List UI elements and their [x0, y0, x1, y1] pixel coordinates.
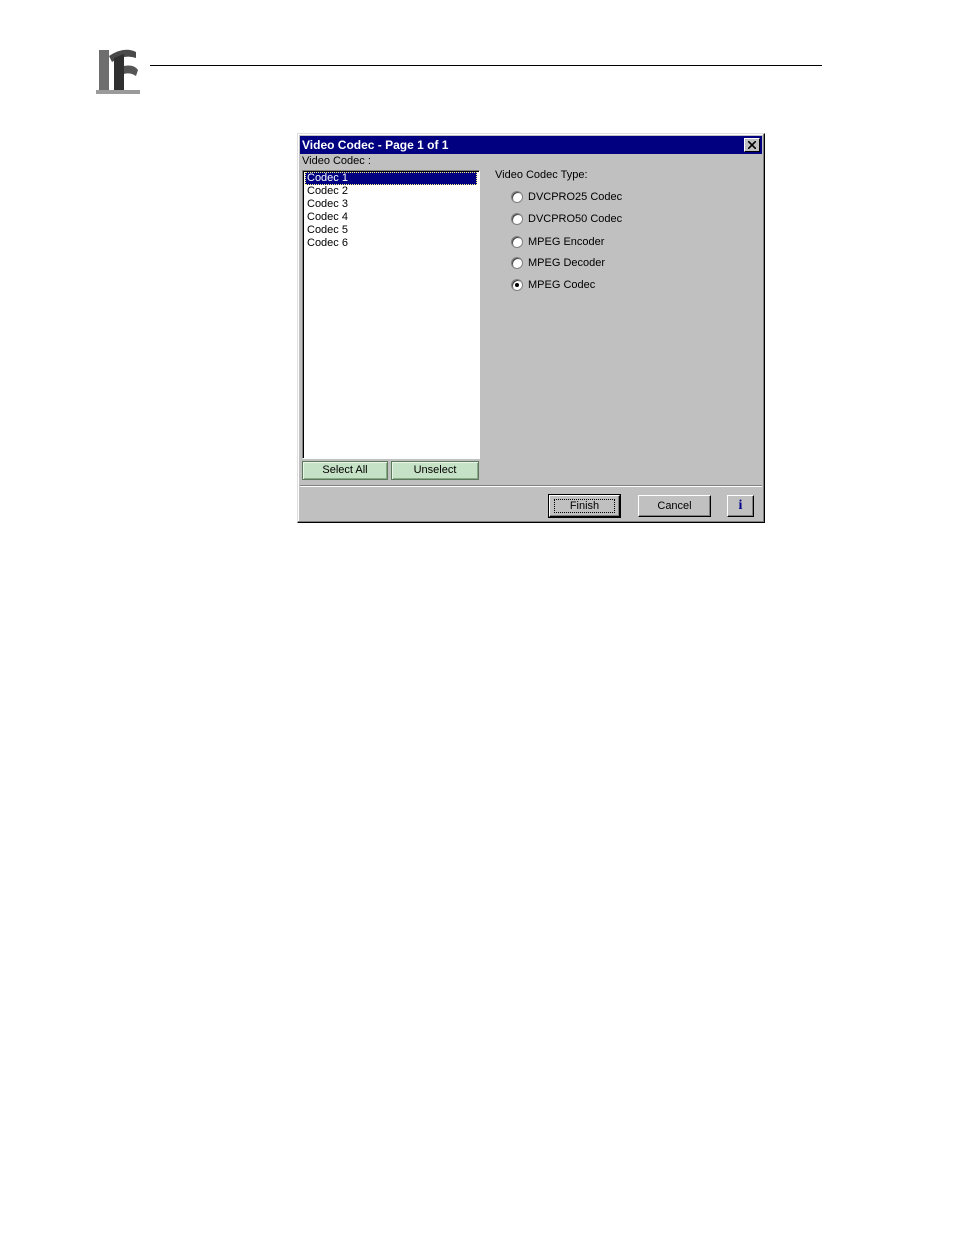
close-button[interactable]: [744, 138, 760, 152]
radio-label: MPEG Codec: [528, 279, 596, 291]
cancel-label: Cancel: [657, 500, 692, 512]
cancel-button[interactable]: Cancel: [638, 495, 711, 517]
codec-listbox[interactable]: Codec 1 Codec 2 Codec 3 Codec 4 Codec 5 …: [302, 170, 480, 459]
radio-button[interactable]: [511, 236, 523, 248]
close-icon: [748, 141, 756, 149]
radio-label: MPEG Encoder: [528, 236, 605, 248]
radio-label: DVCPRO50 Codec: [528, 213, 623, 225]
select-all-button[interactable]: Select All: [302, 461, 388, 480]
radio-button[interactable]: [511, 213, 523, 225]
dialog-titlebar[interactable]: Video Codec - Page 1 of 1: [300, 136, 762, 154]
radio-button-selected[interactable]: [511, 279, 523, 291]
video-codec-type-label: Video Codec Type:: [495, 169, 588, 181]
dialog-title: Video Codec - Page 1 of 1: [302, 138, 449, 152]
unselect-button[interactable]: Unselect: [391, 461, 479, 480]
list-item[interactable]: Codec 4: [305, 211, 477, 224]
footer-separator: [300, 485, 762, 487]
video-codec-dialog: Video Codec - Page 1 of 1 Video Codec : …: [297, 133, 765, 523]
info-icon: i: [738, 498, 743, 513]
video-codec-list-label: Video Codec :: [302, 155, 371, 167]
list-item[interactable]: Codec 1: [305, 172, 477, 185]
radio-dot-icon: [515, 283, 519, 287]
finish-label: Finish: [569, 500, 600, 512]
info-button[interactable]: i: [727, 495, 754, 517]
company-logo-icon: [96, 44, 140, 94]
list-item[interactable]: Codec 6: [305, 237, 477, 250]
finish-button[interactable]: Finish: [548, 494, 621, 518]
radio-label: MPEG Decoder: [528, 257, 606, 269]
radio-button[interactable]: [511, 257, 523, 269]
list-item[interactable]: Codec 5: [305, 224, 477, 237]
radio-button[interactable]: [511, 191, 523, 203]
header-rule: [150, 65, 822, 66]
list-item[interactable]: Codec 3: [305, 198, 477, 211]
radio-label: DVCPRO25 Codec: [528, 191, 623, 203]
list-item[interactable]: Codec 2: [305, 185, 477, 198]
